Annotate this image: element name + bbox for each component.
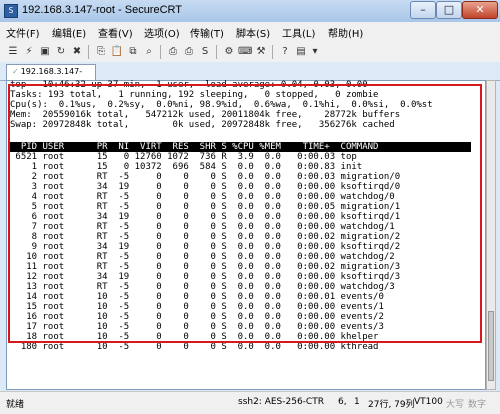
tab-pin-icon: ✓ [12, 67, 19, 76]
process-row: 180 root 10 -5 0 0 0 S 0.0 0.0 0:00.00 k… [10, 342, 379, 352]
menu-script[interactable]: 脚本(S) [236, 25, 270, 40]
monitor-icon[interactable]: ▤ [294, 45, 308, 59]
close-button[interactable]: ✕ [462, 1, 498, 19]
menu-view[interactable]: 查看(V) [98, 25, 133, 40]
disconnect-icon[interactable]: ✖ [70, 45, 84, 59]
session-options-icon[interactable]: ⚙ [222, 45, 236, 59]
minimize-button[interactable]: – [410, 1, 436, 19]
toolbar-separator [160, 45, 161, 59]
quick-connect-icon[interactable]: ⚡ [22, 45, 36, 59]
sftp-icon[interactable]: S [198, 45, 212, 59]
help-icon[interactable]: ? [278, 45, 292, 59]
securecrt-app-icon[interactable]: S [4, 4, 18, 18]
menu-options[interactable]: 选项(O) [144, 25, 180, 40]
session-tab[interactable]: ✓192.168.3.147-root [6, 64, 96, 90]
print-setup-icon[interactable]: ⎙ [182, 45, 196, 59]
status-caps: 大写 [446, 400, 465, 410]
menu-tools[interactable]: 工具(L) [282, 25, 315, 40]
status-num: 数字 [468, 400, 487, 410]
menu-file[interactable]: 文件(F) [6, 25, 40, 40]
scrollbar-thumb[interactable] [488, 311, 494, 381]
title-bar[interactable]: S 192.168.3.147-root - SecureCRT – □ ✕ [0, 0, 500, 22]
status-size: 27行, 79列 [368, 400, 415, 410]
status-col: 1 [354, 397, 360, 407]
copy-icon[interactable]: ⎘ [94, 45, 108, 59]
toolbar-separator [272, 45, 273, 59]
dropdown-icon[interactable]: ▾ [308, 45, 322, 59]
menu-help[interactable]: 帮助(H) [328, 25, 363, 40]
menu-transfer[interactable]: 传输(T) [190, 25, 224, 40]
status-row: 6, [338, 397, 347, 407]
settings-icon[interactable]: ⚒ [254, 45, 268, 59]
menu-bar: 文件(F) 编辑(E) 查看(V) 选项(O) 传输(T) 脚本(S) 工具(L… [0, 22, 500, 42]
new-tab-icon[interactable]: ▣ [38, 45, 52, 59]
terminal-scrollbar[interactable] [486, 80, 496, 390]
find-icon[interactable]: ⌕ [142, 45, 156, 59]
reconnect-icon[interactable]: ↻ [54, 45, 68, 59]
status-term: VT100 [414, 397, 443, 407]
status-ready: 就绪 [6, 400, 25, 410]
paste-icon[interactable]: 📋 [110, 45, 124, 59]
toolbar-separator [88, 45, 89, 59]
session-tab-strip: ✓192.168.3.147-root [0, 62, 500, 90]
status-bar: 就绪 ssh2: AES-256-CTR 6, 1 27行, 79列 VT100… [0, 391, 500, 414]
toolbar: ☰ ⚡ ▣ ↻ ✖ ⎘ 📋 ⧉ ⌕ ⎙ ⎙ S ⚙ ⌨ ⚒ ? ▤ ▾ [0, 42, 500, 63]
window-title: 192.168.3.147-root - SecureCRT [22, 4, 182, 16]
securecrt-window: S 192.168.3.147-root - SecureCRT – □ ✕ 文… [0, 0, 500, 414]
print-icon[interactable]: ⎙ [166, 45, 180, 59]
menu-edit[interactable]: 编辑(E) [52, 25, 86, 40]
status-cipher: ssh2: AES-256-CTR [238, 397, 324, 407]
keymap-icon[interactable]: ⌨ [238, 45, 252, 59]
maximize-button[interactable]: □ [436, 1, 462, 19]
copy-paste-icon[interactable]: ⧉ [126, 45, 140, 59]
connect-icon[interactable]: ☰ [6, 45, 20, 59]
toolbar-separator [216, 45, 217, 59]
highlight-box [8, 84, 482, 343]
